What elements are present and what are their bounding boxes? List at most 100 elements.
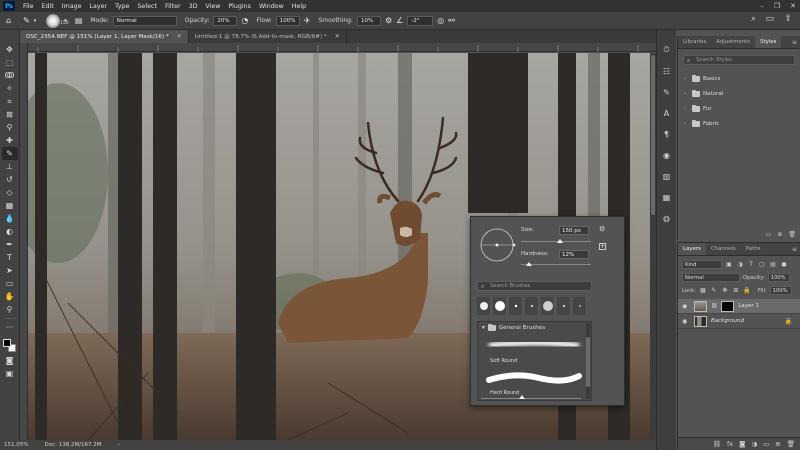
brush-tool-icon[interactable]: ✎ — [1, 147, 18, 160]
hardness-slider-handle[interactable] — [526, 262, 532, 266]
new-layer-icon[interactable]: ⊕ — [775, 440, 780, 448]
layer-row-layer-1[interactable]: ◉ ⛓ Layer 1 — [678, 299, 800, 314]
paragraph-icon[interactable]: ¶ — [659, 126, 675, 142]
add-mask-icon[interactable]: ◙ — [739, 440, 745, 448]
lock-position-icon[interactable]: ✥ — [721, 287, 729, 294]
scroll-thumb[interactable] — [651, 55, 655, 215]
minimize-button[interactable]: – — [760, 2, 764, 10]
layer-mask-thumbnail[interactable] — [721, 300, 735, 312]
close-icon[interactable]: ✕ — [177, 33, 182, 40]
eye-icon[interactable]: ◉ — [682, 303, 690, 310]
gear-icon[interactable]: ⚙ — [599, 225, 605, 233]
layer-name[interactable]: Background — [711, 318, 744, 324]
tab-channels[interactable]: Channels — [706, 243, 741, 255]
brush-folder-general[interactable]: ▾ General Brushes — [482, 324, 545, 331]
styles-search-input[interactable]: ⌕ Search Styles — [683, 55, 795, 65]
history-brush-icon[interactable]: ↺ — [2, 173, 18, 186]
recent-brush[interactable] — [525, 297, 539, 315]
link-layers-icon[interactable]: ⛓ — [713, 440, 721, 448]
opacity-field[interactable]: 20% — [213, 15, 238, 26]
new-preset-icon[interactable]: + — [599, 243, 606, 250]
chain-icon[interactable]: ⛓ — [711, 303, 717, 309]
healing-brush-icon[interactable]: ✚ — [2, 134, 18, 147]
panel-menu-icon[interactable]: ≡ — [792, 39, 797, 46]
screen-mode-icon[interactable]: ▣ — [2, 367, 18, 380]
adjustment-layer-icon[interactable]: ◑ — [751, 440, 757, 448]
color-swatches[interactable] — [2, 338, 18, 354]
menu-window[interactable]: Window — [255, 3, 288, 10]
menu-type[interactable]: Type — [111, 3, 133, 10]
lock-all-icon[interactable]: 🔒 — [743, 287, 751, 294]
info-icon[interactable]: ◉ — [659, 147, 675, 163]
crop-tool-icon[interactable]: ⌗ — [2, 95, 18, 108]
smoothing-field[interactable]: 10% — [356, 15, 381, 26]
menu-help[interactable]: Help — [288, 3, 310, 10]
style-folder-fabric[interactable]: › Fabric — [678, 116, 800, 131]
move-tool-icon[interactable]: ✥ — [2, 43, 18, 56]
brush-size-slider[interactable] — [521, 241, 591, 242]
ruler-vertical[interactable] — [20, 43, 28, 440]
zoom-level[interactable]: 151.05% — [4, 442, 28, 448]
eye-icon[interactable]: ◉ — [682, 318, 690, 325]
filter-adjust-icon[interactable]: ◑ — [736, 261, 744, 268]
share-icon[interactable]: ⇪ — [784, 14, 792, 24]
quick-mask-icon[interactable]: ◙ — [2, 354, 18, 367]
chevron-right-icon[interactable]: › — [684, 91, 689, 97]
trash-icon[interactable]: 🗑 — [787, 440, 795, 448]
more-tools-icon[interactable]: ··· — [2, 321, 18, 334]
tab-untitled-1[interactable]: Untitled-1 @ 78.7% (6.Add-to-mask, RGB/8… — [189, 30, 347, 43]
layer-opacity-field[interactable]: 100% — [767, 273, 790, 282]
hand-tool-icon[interactable]: ✋ — [2, 290, 18, 303]
layer-thumbnail[interactable] — [694, 315, 707, 327]
tab-layers[interactable]: Layers — [678, 243, 706, 255]
path-select-icon[interactable]: ➤ — [2, 264, 18, 277]
menu-image[interactable]: Image — [58, 3, 86, 10]
chevron-right-icon[interactable]: › — [684, 121, 689, 127]
ruler-horizontal[interactable] — [28, 43, 656, 52]
brush-search-input[interactable]: ⌕ Search Brushes — [477, 281, 592, 291]
lock-artboard-icon[interactable]: ⊞ — [732, 287, 740, 294]
symmetry-icon[interactable]: ⚯ — [448, 16, 455, 25]
recent-brush[interactable] — [541, 297, 555, 315]
chevron-down-icon[interactable]: ▾ — [482, 325, 485, 331]
menu-select[interactable]: Select — [134, 3, 161, 10]
brush-angle-preview[interactable] — [477, 225, 517, 265]
chevron-right-icon[interactable]: › — [118, 442, 120, 448]
clone-stamp-icon[interactable]: ⊥ — [2, 160, 18, 173]
style-folder-natural[interactable]: › Natural — [678, 86, 800, 101]
lock-transparency-icon[interactable]: ▦ — [699, 287, 707, 294]
character-icon[interactable]: A — [659, 105, 675, 121]
new-group-icon[interactable]: ▭ — [766, 231, 772, 238]
frame-tool-icon[interactable]: ⊠ — [2, 108, 18, 121]
layer-row-background[interactable]: ◉ Background 🔒 — [678, 314, 800, 329]
recent-brush[interactable] — [557, 297, 571, 315]
menu-plugins[interactable]: Plugins — [224, 3, 255, 10]
zoom-tool-icon[interactable]: ⚲ — [2, 303, 18, 316]
magic-wand-icon[interactable]: ✧ — [2, 82, 18, 95]
brush-size-slider-handle[interactable] — [557, 239, 563, 243]
close-window-button[interactable]: ✕ — [790, 2, 796, 10]
filter-pixel-icon[interactable]: ▣ — [725, 261, 733, 268]
recent-brush[interactable] — [573, 297, 587, 315]
properties-icon[interactable]: ▥ — [659, 168, 675, 184]
recent-brush[interactable] — [477, 297, 491, 315]
tab-libraries[interactable]: Libraries — [678, 36, 711, 48]
hardness-field[interactable]: 12% — [559, 250, 589, 259]
brush-preset-picker[interactable] — [46, 13, 61, 28]
eyedropper-icon[interactable]: ⚲ — [2, 121, 18, 134]
angle-field[interactable]: -2° — [407, 15, 434, 26]
lasso-tool-icon[interactable]: ↂ — [2, 69, 18, 82]
menu-view[interactable]: View — [201, 3, 224, 10]
foreground-color[interactable] — [2, 339, 11, 347]
chevron-right-icon[interactable]: › — [684, 76, 689, 82]
brush-name-soft-round[interactable]: Soft Round — [490, 358, 517, 364]
filter-shape-icon[interactable]: ▢ — [758, 261, 766, 268]
scroll-thumb[interactable] — [586, 337, 590, 387]
filter-smart-icon[interactable]: ▤ — [769, 261, 777, 268]
trash-icon[interactable]: 🗑 — [788, 231, 796, 238]
pressure-size-icon[interactable]: ◎ — [437, 16, 444, 25]
new-style-icon[interactable]: ⊕ — [777, 231, 782, 238]
brush-settings-icon[interactable]: ▤ — [75, 16, 83, 25]
navigator-icon[interactable]: ◍ — [659, 210, 675, 226]
style-folder-fur[interactable]: › Fur — [678, 101, 800, 116]
